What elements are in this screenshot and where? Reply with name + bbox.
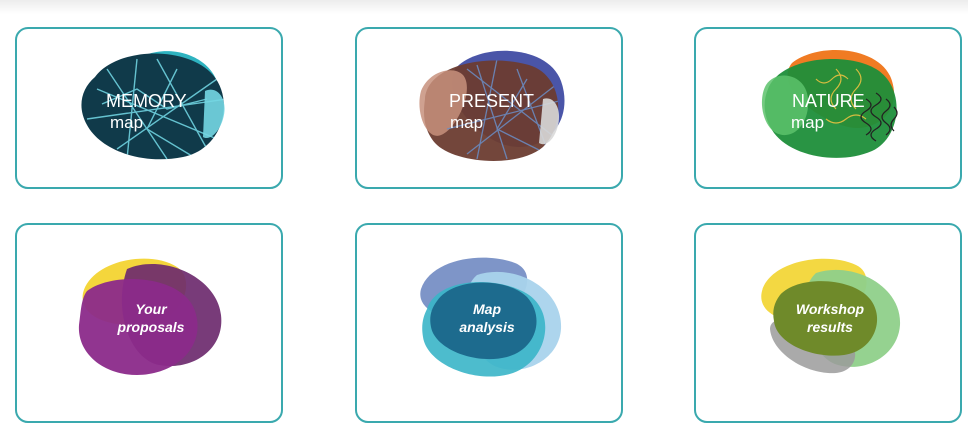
card-label-line1: Workshop <box>796 301 865 317</box>
card-title: PRESENT <box>449 91 534 111</box>
memory-map-card[interactable]: MEMORY map <box>15 27 283 189</box>
nature-map-card[interactable]: NATURE map <box>694 27 962 189</box>
card-subtitle: map <box>791 113 824 132</box>
present-map-card[interactable]: PRESENT map <box>355 27 623 189</box>
card-label-line2: analysis <box>459 319 514 335</box>
memory-map-logo-icon: MEMORY map <box>81 51 225 160</box>
card-label-line2: results <box>807 319 853 335</box>
your-proposals-logo-icon: Your proposals <box>78 258 222 375</box>
nature-map-logo-icon: NATURE map <box>761 50 898 158</box>
map-analysis-logo-icon: Map analysis <box>420 257 562 377</box>
card-label-line2: proposals <box>117 319 185 335</box>
workshop-results-card[interactable]: Workshop results <box>694 223 962 423</box>
your-proposals-card[interactable]: Your proposals <box>15 223 283 423</box>
card-subtitle: map <box>110 113 143 132</box>
card-title: NATURE <box>792 91 865 111</box>
present-map-logo-icon: PRESENT map <box>419 50 565 161</box>
card-label-line1: Map <box>473 301 501 317</box>
card-subtitle: map <box>450 113 483 132</box>
card-title: MEMORY <box>106 91 187 111</box>
workshop-results-logo-icon: Workshop results <box>761 258 901 374</box>
card-label-line1: Your <box>135 301 168 317</box>
map-analysis-card[interactable]: Map analysis <box>355 223 623 423</box>
top-shadow-band <box>0 0 968 14</box>
